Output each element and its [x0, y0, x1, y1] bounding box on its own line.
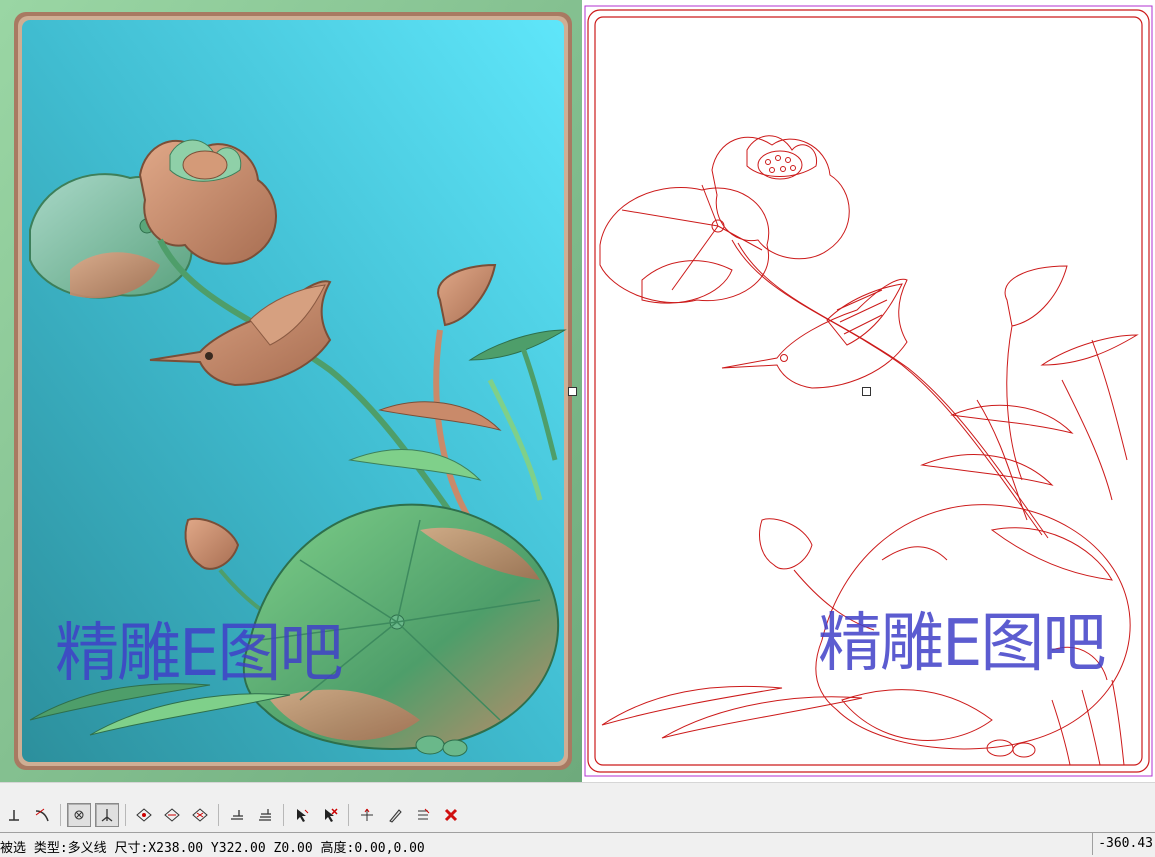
selection-handle[interactable] [862, 387, 871, 396]
toolbar-separator [60, 804, 61, 826]
pick-pen-icon [389, 809, 402, 823]
toolbar-separator [348, 804, 349, 826]
select-button[interactable] [290, 803, 314, 827]
diamond-node-cross-icon [192, 808, 208, 822]
perpendicular-snap-icon [9, 810, 19, 821]
deselect-button[interactable] [318, 803, 342, 827]
tangent-snap-button[interactable] [30, 803, 54, 827]
status-selection-info: 被选 类型:多义线 尺寸:X238.00 Y322.00 Z0.00 高度:0.… [0, 841, 425, 856]
select-arrow-icon [297, 809, 309, 822]
toolbar-separator [283, 804, 284, 826]
cad-viewport[interactable]: 精雕E图吧 精雕E图吧 [0, 0, 1155, 782]
layer-stack-button[interactable] [253, 803, 277, 827]
tangent-snap-icon [35, 808, 49, 822]
layer-flat-icon [231, 810, 243, 820]
status-coordinate: -360.43 [1092, 833, 1155, 855]
node-edit-cross-button[interactable] [188, 803, 212, 827]
transform-arrow-icon [361, 808, 373, 821]
toolbar-separator [218, 804, 219, 826]
watermark-right: 精雕E图吧 [818, 607, 1106, 681]
node-edit-button[interactable] [132, 803, 156, 827]
ortho-toggle-button[interactable] [95, 803, 119, 827]
snap-toggle-icon [74, 810, 84, 820]
diamond-node-alt-icon [164, 808, 180, 822]
deselect-arrow-icon [325, 808, 338, 822]
snap-toggle-button[interactable] [67, 803, 91, 827]
delete-x-icon [444, 808, 458, 822]
diamond-node-icon [136, 808, 152, 822]
toolbar-buttons [0, 800, 465, 830]
snap-toolbar [0, 782, 1155, 833]
status-bar: 被选 类型:多义线 尺寸:X238.00 Y322.00 Z0.00 高度:0.… [0, 832, 1155, 857]
ortho-toggle-icon [101, 809, 113, 822]
selection-handle[interactable] [568, 387, 577, 396]
layer-stack-icon [259, 809, 271, 821]
toolbar-separator [125, 804, 126, 826]
delete-button[interactable] [439, 803, 463, 827]
watermark-left: 精雕E图吧 [55, 617, 343, 691]
list-edit-button[interactable] [411, 803, 435, 827]
perpendicular-snap-button[interactable] [2, 803, 26, 827]
transform-button[interactable] [355, 803, 379, 827]
list-edit-icon [418, 808, 430, 820]
node-edit-alt-button[interactable] [160, 803, 184, 827]
pick-pen-button[interactable] [383, 803, 407, 827]
layer-flat-button[interactable] [225, 803, 249, 827]
